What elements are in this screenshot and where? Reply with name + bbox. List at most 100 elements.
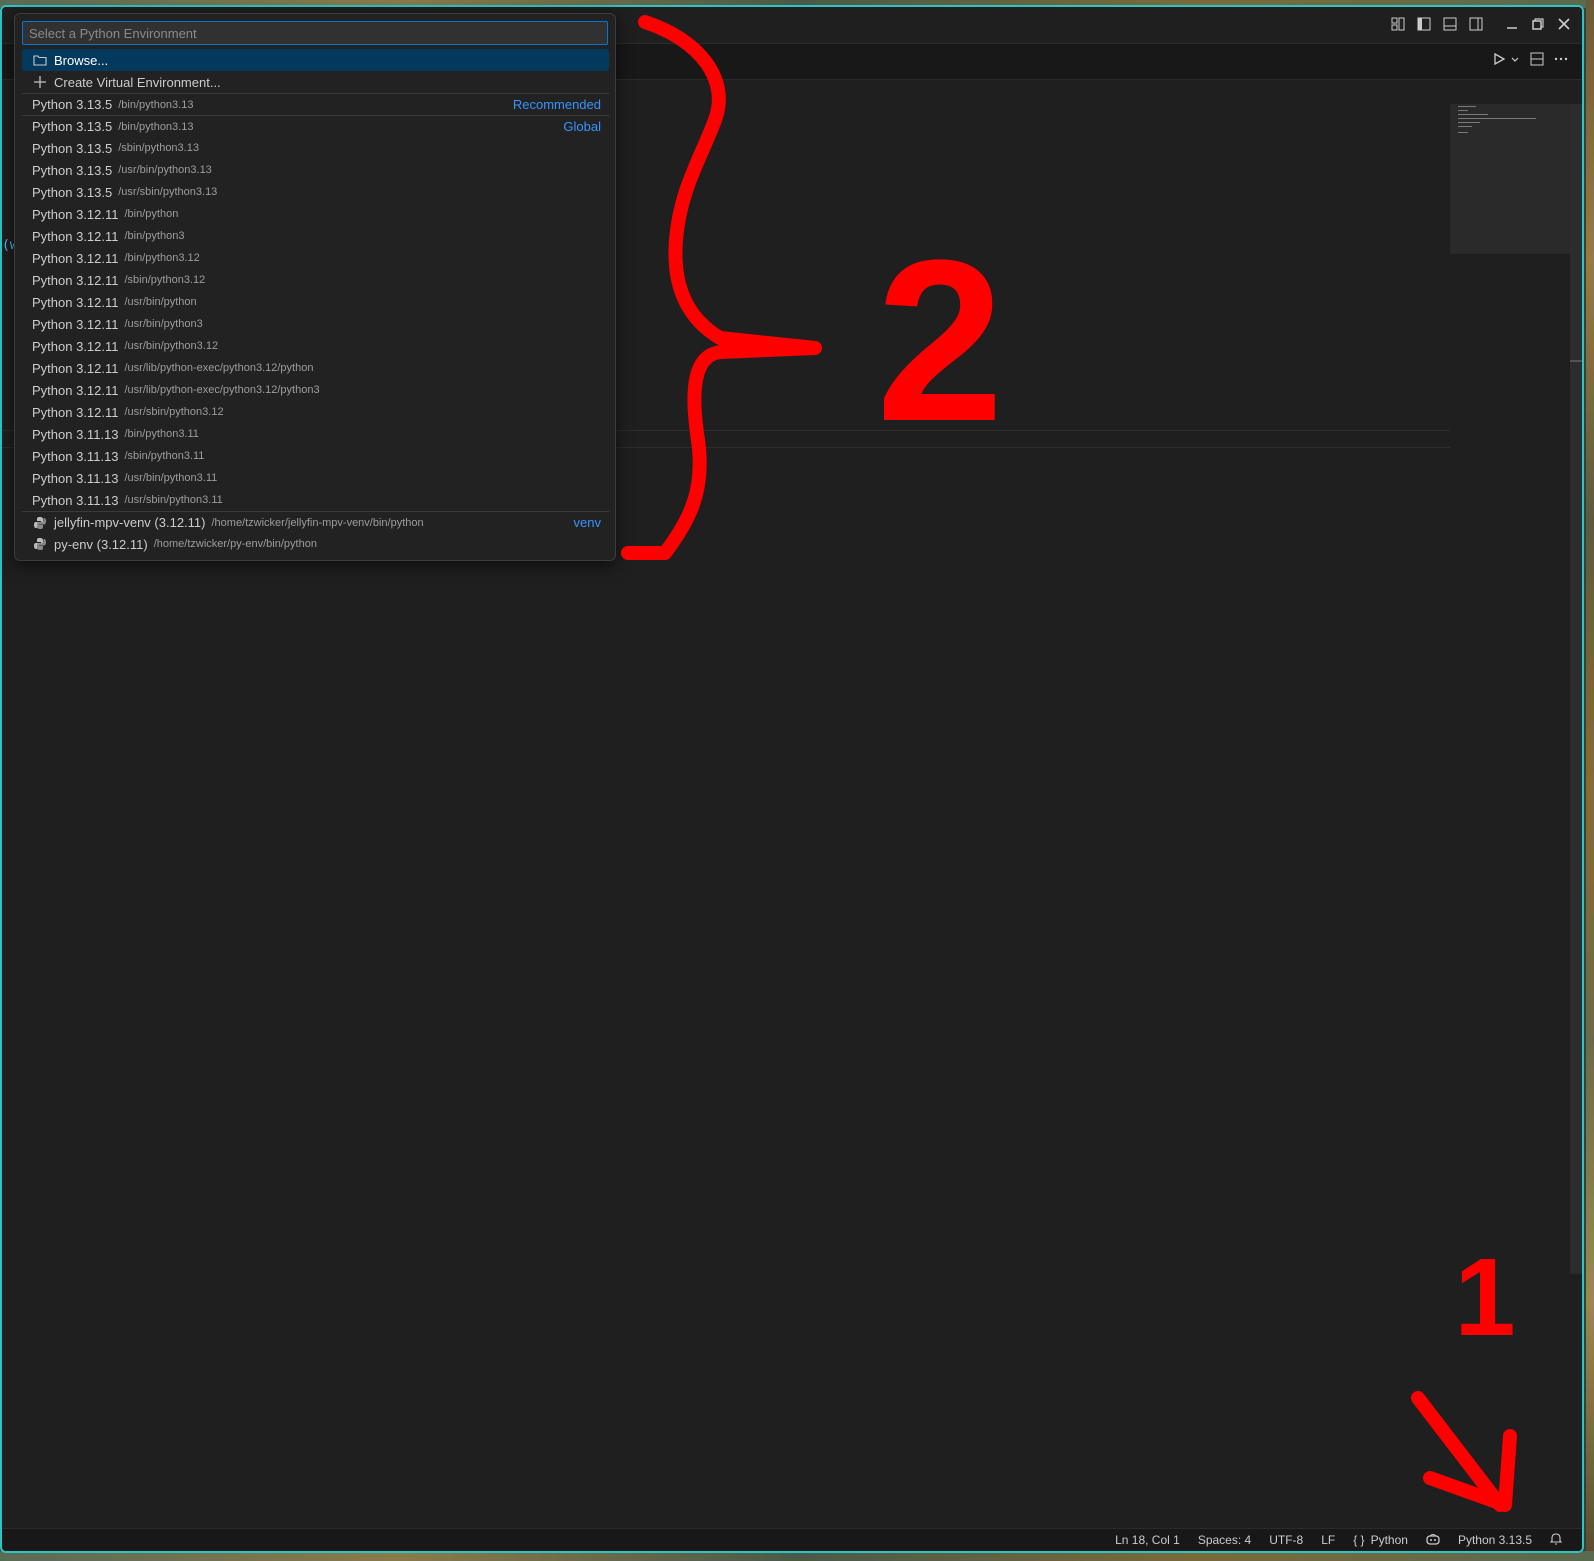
interpreter-item[interactable]: Python 3.12.11/bin/python3 xyxy=(22,225,609,247)
python-interpreter-selector[interactable]: Python 3.13.5 xyxy=(1458,1533,1532,1547)
interpreter-name: Python 3.12.11 xyxy=(32,294,119,310)
python-logo-icon xyxy=(32,515,48,531)
browse-label: Browse... xyxy=(54,52,109,68)
python-logo-icon xyxy=(32,536,48,552)
interpreter-name: Python 3.12.11 xyxy=(32,316,119,332)
interpreter-name: Python 3.13.5 xyxy=(32,140,113,156)
interpreter-name: Python 3.11.13 xyxy=(32,492,119,508)
browse-action[interactable]: Browse... xyxy=(22,49,609,71)
venv-path: /home/tzwicker/jellyfin-mpv-venv/bin/pyt… xyxy=(211,516,424,529)
interpreter-item[interactable]: Python 3.12.11/usr/lib/python-exec/pytho… xyxy=(22,357,609,379)
interpreter-item[interactable]: Python 3.13.5/bin/python3.13 Global xyxy=(22,115,609,137)
interpreter-path: /bin/python3.13 xyxy=(118,98,194,111)
restore-icon[interactable] xyxy=(1528,13,1548,35)
interpreter-item[interactable]: Python 3.11.13/usr/sbin/python3.11 xyxy=(22,489,609,511)
more-actions-icon[interactable] xyxy=(1554,52,1568,69)
interpreter-name: Python 3.12.11 xyxy=(32,338,119,354)
environment-search-input[interactable] xyxy=(22,21,608,45)
scrollbar-position-marker xyxy=(1570,360,1582,362)
interpreter-name: Python 3.12.11 xyxy=(32,404,119,420)
interpreter-name: Python 3.12.11 xyxy=(32,360,119,376)
editor-actions xyxy=(1492,52,1568,69)
toggle-panel-icon[interactable] xyxy=(1440,13,1460,35)
cursor-position[interactable]: Ln 18, Col 1 xyxy=(1115,1533,1180,1547)
interpreter-name: Python 3.11.13 xyxy=(32,448,119,464)
interpreter-path: /usr/bin/python3 xyxy=(124,318,203,330)
customize-layout-icon[interactable] xyxy=(1388,13,1408,35)
interpreter-name: Python 3.11.13 xyxy=(32,426,119,442)
language-label: Python xyxy=(1370,1533,1408,1547)
interpreter-path: /usr/sbin/python3.12 xyxy=(124,406,224,418)
toggle-primary-sidebar-icon[interactable] xyxy=(1414,13,1434,35)
create-venv-action[interactable]: Create Virtual Environment... xyxy=(22,71,609,93)
interpreter-path: /bin/python3.13 xyxy=(118,120,194,133)
interpreter-name: Python 3.12.11 xyxy=(32,272,119,288)
interpreter-tag: Global xyxy=(563,119,601,134)
interpreter-path: /usr/sbin/python3.13 xyxy=(118,186,218,198)
run-options-chevron-down-icon[interactable] xyxy=(1510,53,1520,68)
interpreter-path: /sbin/python3.11 xyxy=(124,450,205,462)
venv-name: py-env (3.12.11) xyxy=(54,536,148,552)
interpreter-item[interactable]: Python 3.11.13/usr/bin/python3.11 xyxy=(22,467,609,489)
interpreter-path: /bin/python3 xyxy=(124,230,185,242)
interpreter-name: Python 3.11.13 xyxy=(32,470,119,486)
title-bar-controls xyxy=(1388,13,1574,35)
interpreter-item[interactable]: Python 3.12.11/usr/bin/python3 xyxy=(22,313,609,335)
interpreter-name: Python 3.13.5 xyxy=(32,119,113,134)
interpreter-item[interactable]: Python 3.12.11/sbin/python3.12 xyxy=(22,269,609,291)
interpreter-item[interactable]: Python 3.12.11/usr/bin/python xyxy=(22,291,609,313)
interpreter-item[interactable]: Python 3.12.11/usr/lib/python-exec/pytho… xyxy=(22,379,609,401)
interpreter-item[interactable]: Python 3.11.13/bin/python3.11 xyxy=(22,423,609,445)
interpreter-path: /bin/python3.11 xyxy=(124,428,199,440)
notifications-bell-icon[interactable] xyxy=(1549,1532,1563,1548)
minimap[interactable] xyxy=(1450,104,1570,254)
folder-icon xyxy=(32,52,48,68)
interpreter-name: Python 3.12.11 xyxy=(32,382,119,398)
desktop-wallpaper-right xyxy=(1586,0,1594,1561)
interpreter-path: /usr/bin/python3.13 xyxy=(118,164,212,176)
interpreter-item[interactable]: Python 3.13.5/usr/bin/python3.13 xyxy=(22,159,609,181)
interpreter-item[interactable]: Python 3.12.11/bin/python xyxy=(22,203,609,225)
interpreter-item[interactable]: Python 3.13.5/bin/python3.13 Recommended xyxy=(22,93,609,115)
interpreter-name: Python 3.12.11 xyxy=(32,250,119,266)
venv-item[interactable]: py-env (3.12.11) /home/tzwicker/py-env/bi… xyxy=(22,533,609,555)
interpreter-name: Python 3.12.11 xyxy=(32,206,119,222)
interpreter-path: /usr/lib/python-exec/python3.12/python xyxy=(124,362,314,374)
interpreter-path: /sbin/python3.12 xyxy=(124,274,206,286)
interpreter-path: /sbin/python3.13 xyxy=(118,142,199,154)
split-editor-icon[interactable] xyxy=(1530,52,1544,69)
interpreter-path: /usr/sbin/python3.11 xyxy=(124,494,223,506)
venv-item[interactable]: jellyfin-mpv-venv (3.12.11) /home/tzwicke… xyxy=(22,511,609,533)
close-icon[interactable] xyxy=(1554,13,1574,35)
interpreter-item[interactable]: Python 3.12.11/bin/python3.12 xyxy=(22,247,609,269)
run-python-file-icon[interactable] xyxy=(1492,52,1506,69)
minimize-icon[interactable] xyxy=(1502,13,1522,35)
end-of-line[interactable]: LF xyxy=(1321,1533,1335,1547)
braces-icon: { } xyxy=(1353,1533,1365,1547)
copilot-icon[interactable] xyxy=(1426,1533,1440,1548)
interpreter-name: Python 3.13.5 xyxy=(32,162,113,178)
interpreter-path: /bin/python xyxy=(124,208,179,220)
language-mode[interactable]: { } Python xyxy=(1353,1533,1408,1547)
interpreter-path: /usr/bin/python3.12 xyxy=(124,340,219,352)
interpreter-item[interactable]: Python 3.12.11/usr/sbin/python3.12 xyxy=(22,401,609,423)
interpreter-item[interactable]: Python 3.11.13/sbin/python3.11 xyxy=(22,445,609,467)
vertical-scrollbar[interactable] xyxy=(1570,104,1582,1274)
indentation[interactable]: Spaces: 4 xyxy=(1198,1533,1251,1547)
interpreter-item[interactable]: Python 3.13.5/usr/sbin/python3.13 xyxy=(22,181,609,203)
toggle-secondary-sidebar-icon[interactable] xyxy=(1466,13,1486,35)
python-environment-quick-pick: Browse... Create Virtual Environment... … xyxy=(14,13,616,561)
status-bar-right: Ln 18, Col 1 Spaces: 4 UTF-8 LF { } Pyth… xyxy=(1115,1532,1563,1548)
interpreter-path: /usr/bin/python3.11 xyxy=(124,472,218,484)
create-venv-label: Create Virtual Environment... xyxy=(54,74,221,90)
interpreter-name: Python 3.13.5 xyxy=(32,97,113,112)
interpreter-item[interactable]: Python 3.12.11/usr/bin/python3.12 xyxy=(22,335,609,357)
plus-icon xyxy=(32,74,48,90)
venv-name: jellyfin-mpv-venv (3.12.11) xyxy=(54,515,206,530)
status-bar: Ln 18, Col 1 Spaces: 4 UTF-8 LF { } Pyth… xyxy=(2,1528,1582,1551)
quick-pick-list: Browse... Create Virtual Environment... … xyxy=(22,49,609,555)
file-encoding[interactable]: UTF-8 xyxy=(1269,1533,1303,1547)
interpreter-tag: Recommended xyxy=(512,97,601,112)
interpreter-name: Python 3.13.5 xyxy=(32,184,113,200)
interpreter-item[interactable]: Python 3.13.5/sbin/python3.13 xyxy=(22,137,609,159)
